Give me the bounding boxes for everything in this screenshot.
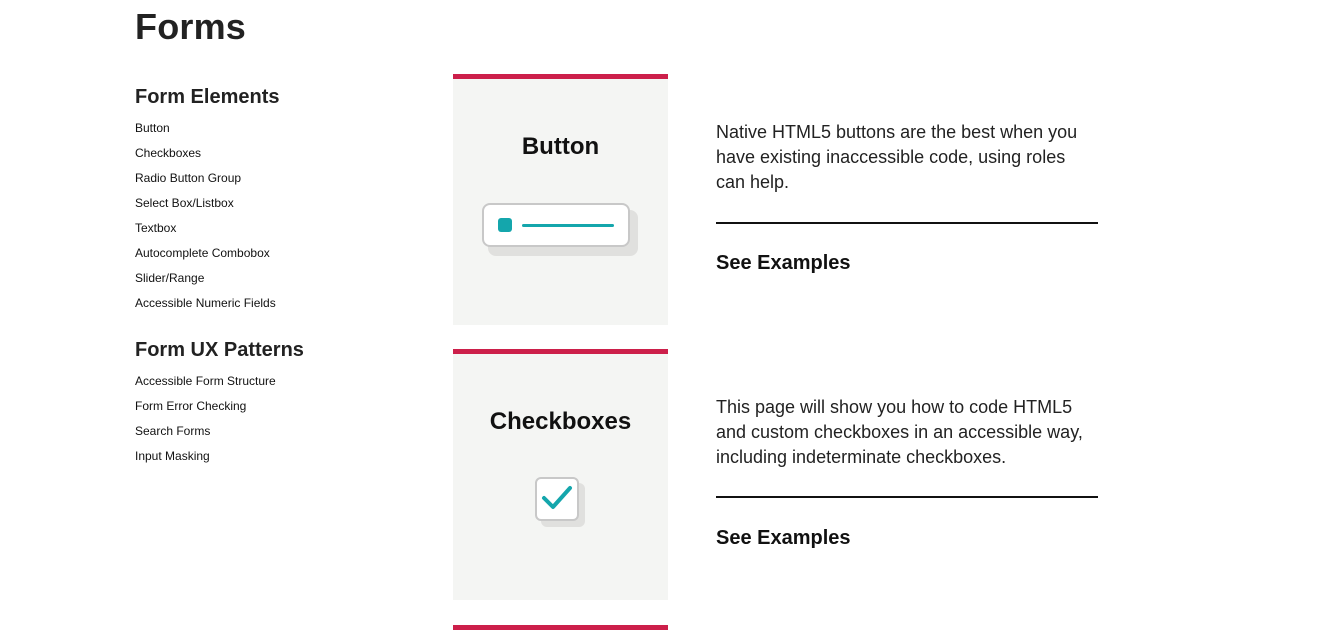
see-examples-link[interactable]: See Examples — [716, 252, 851, 275]
list-item: Slider/Range — [135, 271, 425, 296]
card-description-text: Native HTML5 buttons are the best when y… — [716, 122, 1078, 192]
sidebar-nav: Form Elements Button Checkboxes Radio Bu… — [135, 84, 425, 474]
card-description-text: This page will show you how to code HTML… — [716, 397, 1083, 467]
list-item: Input Masking — [135, 449, 425, 474]
card-description: Native HTML5 buttons are the best when y… — [716, 120, 1098, 195]
sidebar-item-select-box[interactable]: Select Box/Listbox — [135, 196, 425, 221]
forms-page: Forms Form Elements Button Checkboxes Ra… — [0, 0, 1317, 630]
card-title: Checkboxes — [489, 408, 632, 435]
list-item: Accessible Form Structure — [135, 374, 425, 399]
card-title: Button — [521, 133, 600, 160]
sidebar-item-textbox[interactable]: Textbox — [135, 221, 425, 246]
list-item: Form Error Checking — [135, 399, 425, 424]
sidebar-item-slider-range[interactable]: Slider/Range — [135, 271, 425, 296]
list-item: Search Forms — [135, 424, 425, 449]
sidebar-item-form-error-checking[interactable]: Form Error Checking — [135, 399, 425, 424]
card-description: This page will show you how to code HTML… — [716, 395, 1098, 470]
sidebar-list: Accessible Form Structure Form Error Che… — [135, 374, 425, 474]
sidebar-item-form-structure[interactable]: Accessible Form Structure — [135, 374, 425, 399]
sidebar-item-checkboxes[interactable]: Checkboxes — [135, 146, 425, 171]
checkbox-checked-icon — [535, 477, 587, 529]
list-item: Select Box/Listbox — [135, 196, 425, 221]
list-item: Checkboxes — [135, 146, 425, 171]
list-item: Autocomplete Combobox — [135, 246, 425, 271]
sidebar-list: Button Checkboxes Radio Button Group Sel… — [135, 121, 425, 321]
list-item: Accessible Numeric Fields — [135, 296, 425, 321]
divider — [716, 222, 1098, 224]
see-examples-link[interactable]: See Examples — [716, 527, 851, 550]
page-title: Forms — [135, 6, 247, 47]
sidebar-heading: Form Elements — [135, 86, 280, 108]
list-item: Radio Button Group — [135, 171, 425, 196]
sidebar-item-autocomplete-combobox[interactable]: Autocomplete Combobox — [135, 246, 425, 271]
button-illustration-icon — [482, 203, 638, 256]
list-item: Button — [135, 121, 425, 146]
sidebar-item-radio-button-group[interactable]: Radio Button Group — [135, 171, 425, 196]
sidebar-heading: Form UX Patterns — [135, 339, 304, 361]
list-item: Textbox — [135, 221, 425, 246]
sidebar-item-numeric-fields[interactable]: Accessible Numeric Fields — [135, 296, 425, 321]
sidebar-group-form-ux-patterns: Form UX Patterns Accessible Form Structu… — [135, 337, 425, 474]
checkboxes-card-tile: Checkboxes — [453, 349, 668, 600]
button-card-tile: Button — [453, 74, 668, 325]
sidebar-item-input-masking[interactable]: Input Masking — [135, 449, 425, 474]
sidebar-group-form-elements: Form Elements Button Checkboxes Radio Bu… — [135, 84, 425, 321]
sidebar-item-search-forms[interactable]: Search Forms — [135, 424, 425, 449]
sidebar-item-button[interactable]: Button — [135, 121, 425, 146]
divider — [716, 496, 1098, 498]
next-card-tile — [453, 625, 668, 630]
